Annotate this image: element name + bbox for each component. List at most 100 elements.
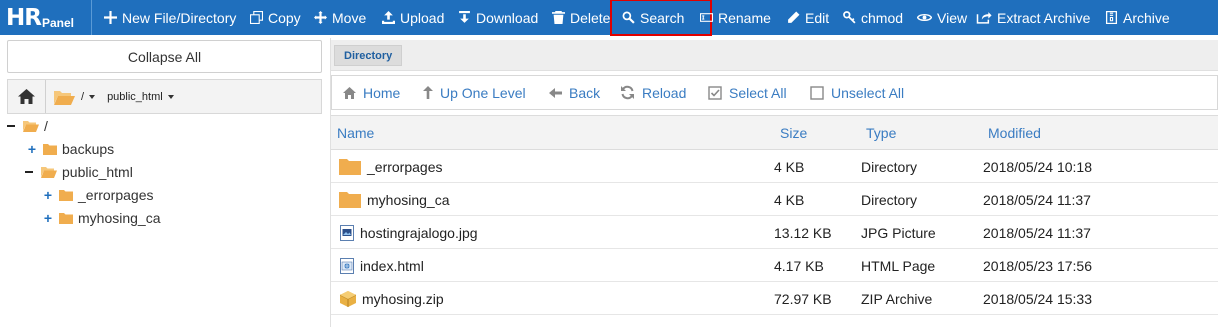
file-name-cell: index.html (340, 249, 424, 282)
reload-link[interactable]: Reload (620, 76, 686, 109)
delete-button[interactable]: Delete (552, 0, 610, 35)
open-folder-icon (41, 167, 57, 178)
column-name-header[interactable]: Name (337, 116, 374, 149)
file-table-header: Name Size Type Modified (331, 115, 1218, 150)
checked-box-icon (708, 85, 722, 100)
image-file-icon (340, 224, 354, 241)
empty-checkbox-icon (810, 85, 824, 100)
chmod-button[interactable]: chmod (843, 0, 903, 35)
tree-node-errorpages[interactable]: + _errorpages (43, 185, 154, 205)
home-link[interactable]: Home (343, 76, 400, 109)
arrow-up-icon (423, 86, 433, 99)
zip-file-icon (340, 290, 356, 307)
open-folder-icon (23, 121, 39, 132)
file-size-cell: 4.17 KB (774, 257, 824, 274)
file-modified-cell: 2018/05/24 10:18 (983, 158, 1092, 175)
tab-directory[interactable]: Directory (334, 45, 403, 66)
copy-button[interactable]: Copy (250, 0, 301, 35)
file-size-cell: 13.12 KB (774, 224, 832, 241)
folder-icon (59, 189, 73, 201)
move-button[interactable]: Move (314, 0, 366, 35)
tree-node-backups[interactable]: + backups (27, 139, 114, 159)
search-icon (622, 11, 635, 24)
collapse-toggle-icon[interactable] (7, 125, 15, 127)
file-modified-cell: 2018/05/23 17:56 (983, 257, 1092, 274)
file-name-cell: _errorpages (339, 150, 443, 183)
edit-button[interactable]: Edit (787, 0, 829, 35)
column-size-header[interactable]: Size (780, 116, 807, 149)
logo-panel-text: Panel (41, 15, 74, 30)
home-icon (343, 86, 356, 99)
folder-icon (43, 143, 57, 155)
upload-icon (382, 11, 395, 24)
download-button[interactable]: Download (458, 0, 538, 35)
path-breadcrumb-bar: / public_html (7, 79, 322, 114)
file-name-cell: hostingrajalogo.jpg (340, 216, 478, 249)
file-type-cell: Directory (861, 191, 918, 208)
file-type-cell: HTML Page (861, 257, 936, 274)
extract-archive-button[interactable]: Extract Archive (976, 0, 1090, 35)
path-root-dropdown[interactable]: / (81, 91, 96, 103)
home-directory-button[interactable] (8, 80, 46, 113)
path-current-dropdown[interactable]: public_html (107, 91, 174, 103)
unselect-all-link[interactable]: Unselect All (810, 76, 904, 109)
plus-icon (104, 11, 117, 24)
view-button[interactable]: View (917, 0, 967, 35)
collapse-all-button[interactable]: Collapse All (7, 40, 322, 73)
table-row[interactable]: myhosing.zip 72.97 KB ZIP Archive 2018/0… (331, 282, 1218, 315)
pencil-icon (788, 11, 800, 23)
hrpanel-logo: HR Panel (0, 0, 92, 35)
eye-icon (917, 13, 932, 22)
html-file-icon (340, 257, 354, 274)
file-size-cell: 4 KB (774, 191, 805, 208)
navigation-bar: Home Up One Level Back Reload Select All… (331, 75, 1218, 110)
home-icon (18, 89, 35, 104)
file-name-cell: myhosing_ca (339, 183, 450, 216)
share-out-icon (976, 12, 992, 24)
file-modified-cell: 2018/05/24 11:37 (983, 191, 1091, 208)
upload-button[interactable]: Upload (382, 0, 444, 35)
rename-icon (700, 13, 713, 22)
file-name-cell: myhosing.zip (340, 282, 444, 315)
tree-node-root[interactable]: / (7, 116, 48, 136)
up-one-level-link[interactable]: Up One Level (423, 76, 526, 109)
file-type-cell: Directory (861, 158, 918, 175)
search-button[interactable]: Search (610, 0, 712, 36)
table-row[interactable]: index.html 4.17 KB HTML Page 2018/05/23 … (331, 249, 1218, 282)
tab-strip: Directory (331, 40, 1218, 71)
new-file-directory-button[interactable]: New File/Directory (104, 0, 236, 35)
file-modified-cell: 2018/05/24 15:33 (983, 290, 1092, 307)
column-modified-header[interactable]: Modified (988, 116, 1041, 149)
archive-button[interactable]: Archive (1105, 0, 1170, 35)
archive-icon (1105, 11, 1118, 24)
trash-icon (552, 11, 565, 24)
download-icon (459, 11, 470, 23)
move-arrows-icon (314, 11, 327, 24)
tree-node-myhosing-ca[interactable]: + myhosing_ca (43, 208, 161, 228)
key-icon (843, 11, 856, 24)
table-row[interactable]: hostingrajalogo.jpg 13.12 KB JPG Picture… (331, 216, 1218, 249)
open-folder-icon (54, 90, 75, 105)
file-modified-cell: 2018/05/24 11:37 (983, 224, 1091, 241)
folder-icon (59, 212, 73, 224)
tree-node-public-html[interactable]: public_html (25, 162, 133, 182)
expand-plus-icon[interactable]: + (27, 141, 37, 157)
arrow-left-icon (549, 87, 562, 98)
select-all-link[interactable]: Select All (708, 76, 787, 109)
table-row[interactable]: _errorpages 4 KB Directory 2018/05/24 10… (331, 150, 1218, 183)
back-link[interactable]: Back (549, 76, 600, 109)
file-type-cell: JPG Picture (861, 224, 936, 241)
collapse-toggle-icon[interactable] (25, 171, 33, 173)
file-size-cell: 4 KB (774, 158, 805, 175)
folder-icon (339, 192, 361, 208)
logo-hr-text: HR (6, 4, 42, 31)
expand-plus-icon[interactable]: + (43, 187, 53, 203)
table-row[interactable]: myhosing_ca 4 KB Directory 2018/05/24 11… (331, 183, 1218, 216)
copy-icon (250, 11, 263, 24)
reload-icon (621, 85, 634, 100)
folder-icon (339, 159, 361, 175)
rename-button[interactable]: Rename (700, 0, 771, 35)
expand-plus-icon[interactable]: + (43, 210, 53, 226)
top-toolbar: HR Panel New File/Directory Copy Move Up… (0, 0, 1218, 36)
column-type-header[interactable]: Type (866, 116, 896, 149)
